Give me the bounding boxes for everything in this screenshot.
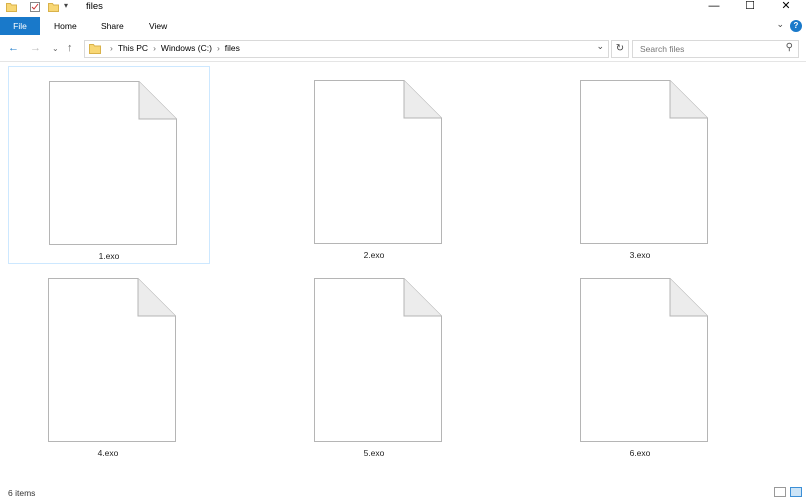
refresh-icon: ↻ [615,43,625,54]
document-icon [314,278,442,442]
status-item-count: 6 items [8,488,36,498]
maximize-button[interactable]: ☐ [732,0,768,14]
file-name: 4.exo [97,448,119,458]
file-name: 1.exo [98,251,120,261]
tab-file[interactable]: File [0,17,40,35]
minimize-button[interactable]: — [696,0,732,14]
search-placeholder: Search files [640,44,685,54]
breadcrumb: › This PC › Windows (C:) › files [110,43,240,53]
customize-toolbar-icon[interactable]: ▾ [64,1,68,10]
breadcrumb-windows-c[interactable]: Windows (C:) [161,43,212,53]
folder-icon [89,43,101,56]
document-icon [49,81,177,245]
tab-home[interactable]: Home [54,17,77,35]
file-name: 2.exo [363,250,385,260]
title-bar: ▾ files — ☐ ✕ [0,0,806,14]
close-button[interactable]: ✕ [768,0,804,14]
help-icon[interactable]: ? [790,20,802,32]
file-item[interactable]: 6.exo [540,264,740,460]
breadcrumb-files[interactable]: files [225,43,240,53]
document-icon [580,278,708,442]
ribbon: File Home Share View ⌄ ? [0,17,806,35]
window-title: files [86,1,103,12]
address-bar[interactable]: › This PC › Windows (C:) › files ⌄ [84,40,609,58]
file-item[interactable]: 4.exo [8,264,208,460]
forward-arrow-icon[interactable]: → [30,42,41,54]
address-dropdown-icon[interactable]: ⌄ [596,41,604,52]
file-item[interactable]: 1.exo [8,66,210,264]
file-item[interactable]: 3.exo [540,66,740,262]
file-view: 1.exo 2.exo 3.exo 4.exo 5.exo 6.exo [0,62,806,482]
document-icon [48,278,176,442]
large-icons-view-icon[interactable] [790,487,802,497]
refresh-button[interactable]: ↻ [611,40,629,58]
properties-icon[interactable] [30,2,40,14]
new-folder-icon[interactable] [48,2,59,14]
tab-view[interactable]: View [149,17,167,35]
breadcrumb-this-pc[interactable]: This PC [118,43,148,53]
file-item[interactable]: 5.exo [274,264,474,460]
search-input[interactable]: Search files ⚲ [632,40,799,58]
details-view-icon[interactable] [774,487,786,497]
folder-icon[interactable] [6,2,17,14]
file-name: 6.exo [629,448,651,458]
tab-share[interactable]: Share [101,17,124,35]
file-name: 3.exo [629,250,651,260]
document-icon [314,80,442,244]
view-switcher [770,487,802,499]
up-arrow-icon[interactable]: ↑ [67,42,73,54]
file-name: 5.exo [363,448,385,458]
file-item[interactable]: 2.exo [274,66,474,262]
back-arrow-icon[interactable]: ← [8,42,19,54]
expand-ribbon-icon[interactable]: ⌄ [776,19,784,30]
recent-locations-icon[interactable]: ⌄ [52,44,59,53]
search-icon: ⚲ [785,42,793,53]
document-icon [580,80,708,244]
